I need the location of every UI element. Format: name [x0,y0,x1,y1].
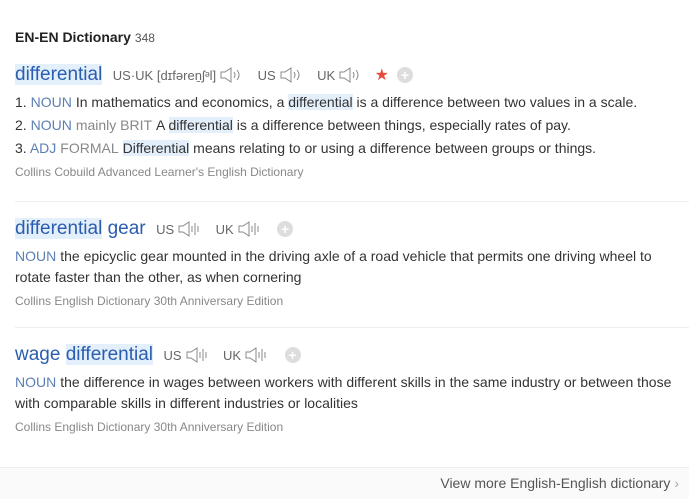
star-icon[interactable]: ★ [375,67,389,84]
sense: NOUN the difference in wages between work… [15,374,672,411]
source: Collins English Dictionary 30th Annivers… [15,420,284,434]
phonetic-us: US [163,347,182,363]
speaker-icon[interactable] [237,220,259,238]
phonetic-uk: UK [317,67,336,83]
entry-differential-gear: differential gear US UK + NOUN the epicyc… [15,218,689,308]
result-count: 348 [134,31,155,45]
divider [15,327,689,328]
source: Collins Cobuild Advanced Learner's Engli… [15,165,304,179]
sense: 1. NOUN In mathematics and economics, a d… [15,94,638,110]
add-icon[interactable]: + [284,347,301,363]
entry-differential: differential US·UK [dɪfəreṉʃᵊl] US UK ★ +… [15,64,689,179]
speaker-icon[interactable] [244,346,266,364]
divider [15,201,689,202]
chevron-right-icon: › [674,475,679,491]
footer: View more English-English dictionary › [0,467,689,499]
speaker-icon[interactable] [177,220,199,238]
speaker-icon[interactable] [219,66,241,84]
phonetic-us: US [156,221,175,237]
speaker-icon[interactable] [338,66,360,84]
speaker-icon[interactable] [279,66,301,84]
source: Collins English Dictionary 30th Annivers… [15,294,284,308]
add-icon[interactable]: + [277,221,294,237]
headword[interactable]: differential [15,64,103,85]
phonetic-uk: UK [215,221,234,237]
phonetic-uk: UK [223,347,242,363]
pos-label: NOUN [30,94,72,110]
sense: 3. ADJ FORMAL Differential means relating … [15,140,597,156]
entry-wage-differential: wage differential US UK + NOUN the differ… [15,344,689,434]
dictionary-title: EN-EN Dictionary [15,29,131,45]
headword[interactable]: wage differential [15,344,154,365]
phonetic-us: US [257,67,276,83]
phonetic-usuk: US·UK [dɪfəreṉʃᵊl] [112,67,217,83]
pos-label: NOUN [30,117,72,133]
dictionary-header: EN-EN Dictionary 348 [15,29,155,45]
add-icon[interactable]: + [397,67,413,83]
sense: NOUN the epicyclic gear mounted in the dr… [15,248,652,285]
view-more-link[interactable]: View more English-English dictionary › [440,475,679,491]
sense: 2. NOUN mainly BRIT A differential is a di… [15,117,571,133]
headword[interactable]: differential gear [15,218,146,239]
pos-label: ADJ [29,140,57,156]
speaker-icon[interactable] [185,346,207,364]
